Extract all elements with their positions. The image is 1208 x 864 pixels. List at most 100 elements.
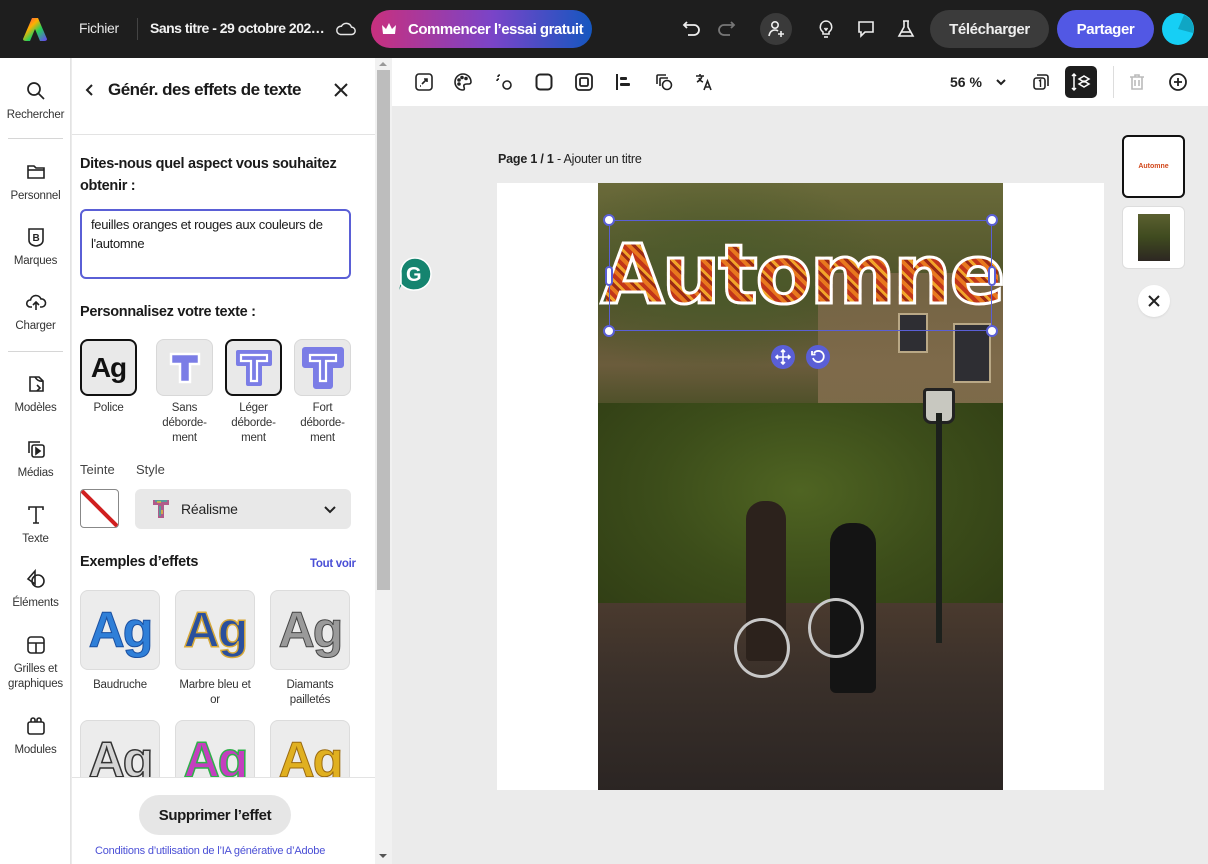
translate-icon[interactable] [693,71,715,93]
rail-label: Médias [17,467,54,479]
resize-handle[interactable] [603,325,615,337]
invite-user-button[interactable] [760,13,792,45]
resize-handle[interactable] [986,325,998,337]
page-thumbnail-2[interactable] [1122,206,1185,269]
example-glyph: Ag [88,602,154,659]
style-thumbnail-icon [153,500,169,518]
resize-handle[interactable] [603,214,615,226]
rail-item-grids[interactable]: Grilles et graphiques [0,634,71,692]
style-dropdown[interactable]: Réalisme [135,489,351,529]
flask-icon[interactable] [894,17,918,41]
shape-icon[interactable] [533,71,555,93]
rail-item-elements[interactable]: Éléments [0,568,71,611]
scroll-thumb[interactable] [377,70,390,590]
upload-cloud-icon [25,294,46,310]
remove-effect-button[interactable]: Supprimer l’effet [139,795,291,835]
rail-label: Charger [15,320,56,332]
shapes-icon [26,568,45,588]
no-overflow-tile [156,339,213,396]
chevron-down-icon[interactable] [995,76,1007,88]
rail-label: Modules [14,744,57,756]
rail-label: Rechercher [6,109,65,121]
divider [137,18,138,40]
example-effect-card[interactable]: Ag Marbre bleu et or [175,590,255,708]
shape-option-label: Sans déborde-ment [162,402,207,444]
resize-handle[interactable] [986,214,998,226]
rail-item-search[interactable]: Rechercher [0,80,71,123]
close-icon[interactable] [332,81,350,99]
prompt-input[interactable]: feuilles oranges et rouges aux couleurs … [80,209,351,279]
start-trial-button[interactable]: Commencer l’essai gratuit [371,10,592,48]
page-thumbnail-1[interactable]: Automne [1122,135,1185,198]
palette-icon[interactable] [452,71,474,93]
rail-item-brands[interactable]: B Marques [0,226,71,269]
adobe-express-logo[interactable] [22,16,48,42]
example-glyph: Ag [278,602,344,659]
rail-item-upload[interactable]: Charger [0,291,71,334]
rail-item-text[interactable]: Texte [0,504,71,547]
pages-icon[interactable] [1030,71,1052,93]
example-effect-card[interactable]: Ag Baudruche [80,590,160,693]
redo-icon[interactable] [714,17,738,41]
top-bar: Fichier Sans titre - 29 octobre 202… Com… [0,0,1208,58]
file-menu[interactable]: Fichier [79,20,119,36]
photo-lamp-post [936,413,942,643]
style-value: Réalisme [181,501,238,517]
rail-item-templates[interactable]: Modèles [0,373,71,416]
document-title[interactable]: Sans titre - 29 octobre 202… [150,20,325,36]
scroll-up-arrow[interactable] [379,62,387,66]
shape-option-font[interactable]: Ag Police [80,339,137,416]
text-icon [27,506,44,524]
see-all-link[interactable]: Tout voir [310,558,356,570]
photo-bike-wheel [734,618,790,678]
layers-button[interactable] [1065,66,1097,98]
align-icon[interactable] [612,71,634,93]
share-button[interactable]: Partager [1057,10,1154,48]
move-button[interactable] [771,345,795,369]
invite-user-icon [768,20,784,37]
left-rail: Rechercher Personnel B Marques Charger M… [0,58,71,864]
side-resize-handle[interactable] [988,266,996,286]
folder-icon [26,165,45,179]
panel-scrollbar[interactable] [375,58,392,864]
page-label[interactable]: Page 1 / 1 - Ajouter un titre [498,152,642,166]
panel-footer: Supprimer l’effet Conditions d’utilisati… [72,777,375,864]
duplicate-icon[interactable] [653,71,675,93]
canvas-toolbar: 56 % [392,58,1208,106]
frame-icon[interactable] [573,71,595,93]
lightbulb-icon[interactable] [814,17,838,41]
rail-item-personal[interactable]: Personnel [0,161,71,204]
shape-option-light-overflow[interactable]: Léger déborde-ment [225,339,282,446]
rotate-button[interactable] [806,345,830,369]
example-thumbnail: Ag [175,590,255,670]
cloud-icon[interactable] [335,18,357,40]
grammarly-icon[interactable]: G [397,256,433,292]
tint-swatch-none[interactable] [80,489,119,528]
scroll-down-arrow[interactable] [379,854,387,858]
back-icon[interactable] [82,80,98,100]
animate-icon[interactable] [493,71,515,93]
shape-option-strong-overflow[interactable]: Fort déborde-ment [294,339,351,446]
comment-icon[interactable] [854,17,878,41]
zoom-level[interactable]: 56 % [950,74,982,90]
terms-link[interactable]: Conditions d’utilisation de l’IA générat… [95,845,325,857]
strong-overflow-tile [294,339,351,396]
shape-option-no-overflow[interactable]: Sans déborde-ment [156,339,213,446]
side-resize-handle[interactable] [605,266,613,286]
rail-item-media[interactable]: Médias [0,438,71,481]
resize-icon[interactable] [413,71,435,93]
example-label: Diamants pailletés [286,679,334,706]
close-thumbnails-button[interactable] [1138,285,1170,317]
avatar[interactable] [1162,13,1194,45]
download-button[interactable]: Télécharger [930,10,1049,48]
delete-icon[interactable] [1126,71,1148,93]
panel-header: Génér. des effets de texte [72,58,375,135]
rail-label: Personnel [10,190,61,202]
add-icon[interactable] [1167,71,1189,93]
example-effect-card[interactable]: Ag Diamants pailletés [270,590,350,708]
undo-icon[interactable] [680,17,704,41]
photo-foliage [598,403,1003,623]
selection-box [609,220,992,331]
rail-item-addons[interactable]: Modules [0,715,71,758]
page-number: Page 1 / 1 [498,152,554,166]
